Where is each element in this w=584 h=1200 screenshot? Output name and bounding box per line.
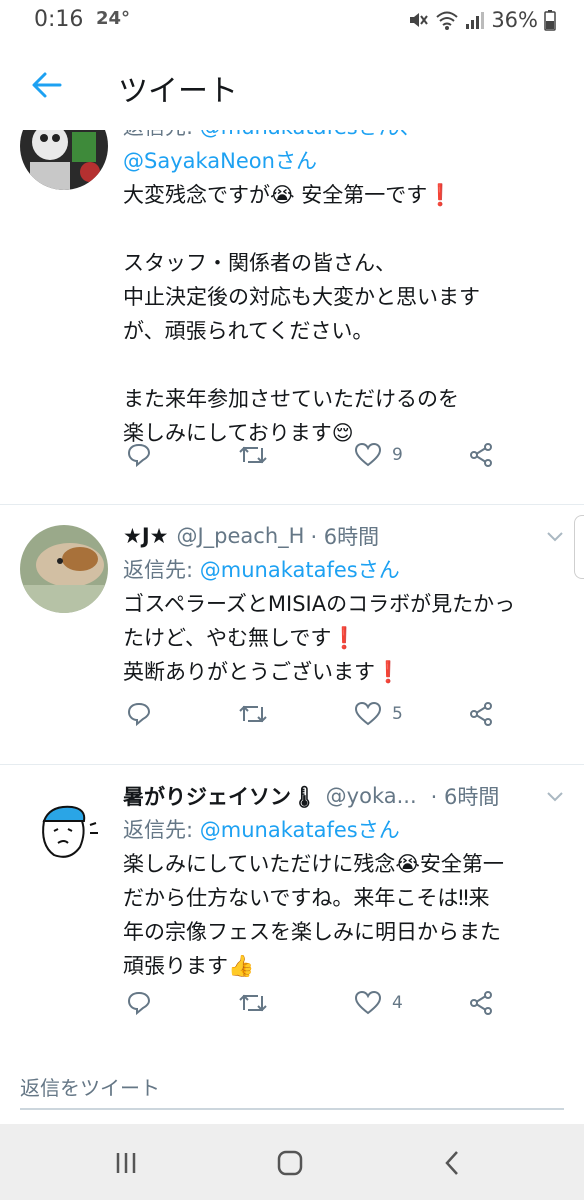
tweet-text: 大変残念ですが😭 安全第一です❗ スタッフ・関係者の皆さん、 中止決定後の対応も…: [123, 183, 480, 445]
chevron-down-icon[interactable]: [544, 785, 566, 807]
reply-input[interactable]: 返信をツイート: [20, 1070, 564, 1110]
reply-to-mention[interactable]: @munakatafesさん、: [200, 130, 421, 139]
share-button[interactable]: [468, 694, 494, 734]
avatar[interactable]: [20, 785, 108, 873]
notification-icon: 24°: [96, 8, 131, 29]
avatar[interactable]: [20, 130, 108, 190]
system-nav-bar: [0, 1124, 584, 1200]
share-button[interactable]: [468, 435, 494, 475]
heart-icon: [354, 442, 382, 467]
retweet-button[interactable]: [238, 435, 268, 475]
tweet-time: · 6時間: [310, 525, 380, 549]
tweet-1[interactable]: 返信先: @munakatafesさん、 @SayakaNeonさん 大変残念で…: [0, 130, 584, 505]
tweet-actions: 9: [126, 435, 506, 475]
reply-to-label: 返信先:: [123, 818, 194, 842]
status-icons: 36%: [407, 8, 556, 32]
reply-button[interactable]: [126, 694, 152, 734]
retweet-icon: [239, 705, 267, 723]
reply-icon: [127, 702, 151, 727]
tweet-actions: 5: [126, 694, 506, 734]
reply-to: 返信先: @munakatafesさん、: [123, 130, 566, 144]
home-icon[interactable]: [275, 1148, 305, 1178]
share-button[interactable]: [468, 983, 494, 1023]
tweet-text: ゴスペラーズとMISIAのコラボが見たかっ たけど、やむ無しです❗ 英断ありがと…: [123, 592, 516, 684]
share-icon: [470, 702, 492, 726]
reply-to-mention[interactable]: @munakatafesさん: [200, 818, 400, 842]
like-count: 5: [392, 704, 403, 724]
heart-icon: [354, 701, 382, 726]
user-name[interactable]: ★J★: [123, 524, 168, 548]
mute-icon: [410, 13, 429, 27]
status-bar: 0:16 24° 36%: [0, 0, 584, 40]
tweet-header: 暑がりジェイソン🌡 @yoka... · 6時間: [123, 779, 566, 813]
battery-percent: 36%: [491, 8, 538, 32]
like-button[interactable]: 9: [354, 435, 403, 475]
like-count: 4: [392, 993, 403, 1013]
retweet-button[interactable]: [238, 983, 268, 1023]
retweet-icon: [239, 994, 267, 1012]
tweet-actions: 4: [126, 983, 506, 1023]
tweet-3[interactable]: 暑がりジェイソン🌡 @yoka... · 6時間 返信先: @munakataf…: [0, 765, 584, 1048]
reply-to-mention[interactable]: @munakatafesさん: [200, 558, 400, 582]
back-icon[interactable]: [438, 1148, 468, 1178]
app-header: ツイート: [0, 40, 584, 130]
chevron-down-icon[interactable]: [544, 525, 566, 547]
retweet-button[interactable]: [238, 694, 268, 734]
user-name[interactable]: 暑がりジェイソン🌡: [123, 781, 318, 811]
heart-icon: [354, 990, 382, 1015]
back-arrow-icon[interactable]: [30, 68, 64, 102]
like-button[interactable]: 5: [354, 694, 403, 734]
like-count: 9: [392, 445, 403, 465]
reply-to: 返信先: @munakatafesさん: [123, 553, 566, 587]
user-handle[interactable]: @J_peach_H: [176, 524, 304, 548]
battery-icon: [544, 10, 556, 31]
reply-button[interactable]: [126, 435, 152, 475]
reply-to-mention-2[interactable]: @SayakaNeonさん: [123, 144, 566, 178]
share-icon: [470, 443, 492, 467]
tweet-text: 楽しみにしていただけに残念😭安全第一 だから仕方ないですね。来年こそは‼来 年の…: [123, 852, 504, 978]
tweet-time: · 6時間: [430, 785, 500, 809]
reply-bar: 返信をツイート: [0, 1048, 584, 1124]
wifi-icon: [436, 11, 458, 30]
like-button[interactable]: 4: [354, 983, 403, 1023]
reply-button[interactable]: [126, 983, 152, 1023]
status-time: 0:16: [34, 7, 84, 32]
user-handle[interactable]: @yoka...: [326, 784, 417, 808]
recent-apps-icon[interactable]: [112, 1148, 142, 1178]
reply-to: 返信先: @munakatafesさん: [123, 813, 566, 847]
retweet-icon: [239, 446, 267, 464]
reply-feed[interactable]: 返信先: @munakatafesさん、 @SayakaNeonさん 大変残念で…: [0, 130, 584, 1048]
page-title: ツイート: [118, 74, 238, 109]
reply-to-label: 返信先:: [123, 558, 194, 582]
signal-icon: [466, 12, 485, 29]
reply-to-label: 返信先:: [123, 130, 193, 139]
tweet-2[interactable]: ★J★ @J_peach_H · 6時間 返信先: @munakatafesさん…: [0, 505, 584, 765]
reply-icon: [127, 991, 151, 1016]
reply-icon: [127, 443, 151, 468]
scroll-handle[interactable]: [574, 515, 584, 579]
avatar[interactable]: [20, 525, 108, 613]
tweet-header: ★J★ @J_peach_H · 6時間: [123, 519, 566, 553]
share-icon: [470, 991, 492, 1015]
